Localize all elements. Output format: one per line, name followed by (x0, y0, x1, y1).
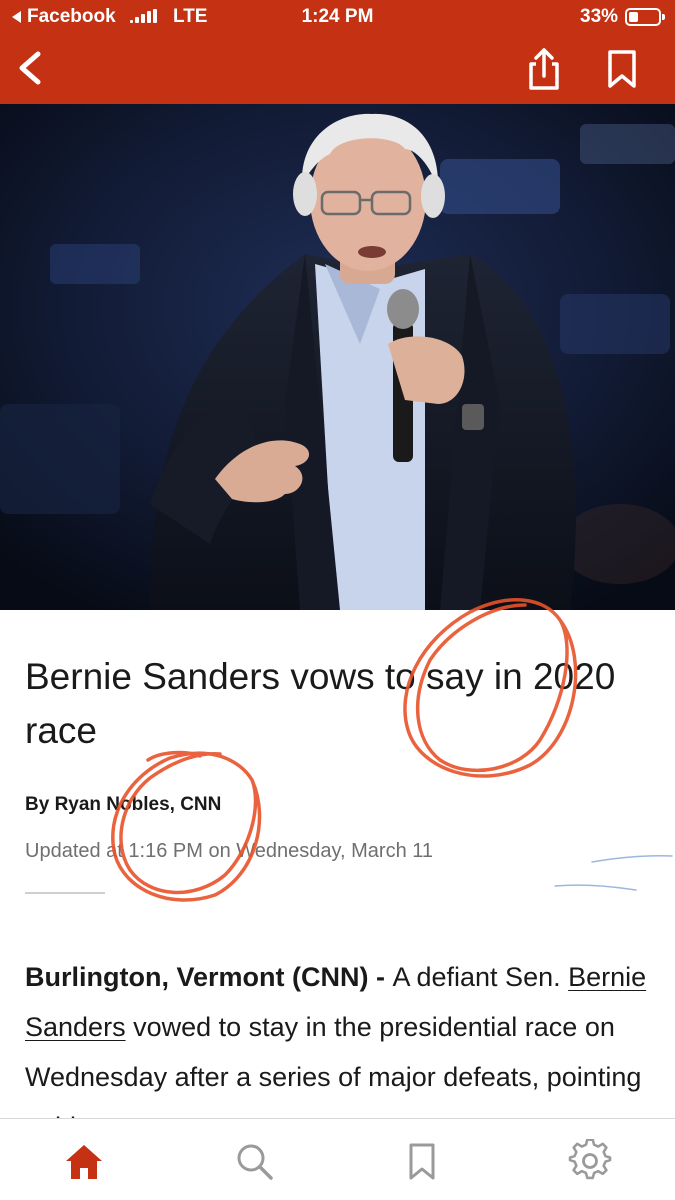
back-button[interactable] (14, 46, 50, 90)
body-intro: A defiant Sen. (392, 962, 569, 992)
tab-saved[interactable] (400, 1139, 444, 1183)
tab-search[interactable] (232, 1139, 276, 1183)
bookmark-icon (608, 50, 636, 88)
tab-settings[interactable] (568, 1138, 612, 1183)
share-icon (529, 48, 559, 90)
share-button[interactable] (522, 46, 566, 92)
battery-percent: 33% (580, 6, 619, 27)
blue-stroke-mark (591, 855, 673, 863)
circle-mark-timestamp (111, 751, 262, 902)
article-toolbar (0, 34, 675, 104)
search-icon (237, 1144, 273, 1180)
article-headline: Bernie Sanders vows to say in 2020 race (25, 656, 616, 751)
article-byline: By Ryan Nobles, CNN (25, 794, 222, 815)
app-header: Facebook LTE 1:24 PM 33% (0, 0, 675, 104)
bookmark-button[interactable] (600, 46, 644, 92)
home-icon (66, 1145, 102, 1179)
article-timestamp: Updated at 1:16 PM on Wednesday, March 1… (25, 840, 434, 862)
gear-icon (568, 1138, 612, 1180)
bottom-tab-bar (0, 1118, 675, 1200)
blue-stroke-mark-2 (554, 884, 637, 891)
article-hero-photo (0, 104, 675, 610)
divider (25, 892, 105, 894)
tab-home[interactable] (62, 1139, 106, 1183)
dateline: Burlington, Vermont (CNN) - (25, 962, 393, 992)
clock: 1:24 PM (301, 6, 374, 27)
status-bar: Facebook LTE 1:24 PM 33% (0, 0, 675, 34)
chevron-left-icon (19, 51, 41, 85)
bookmark-icon (409, 1143, 435, 1180)
battery-icon (625, 8, 665, 26)
